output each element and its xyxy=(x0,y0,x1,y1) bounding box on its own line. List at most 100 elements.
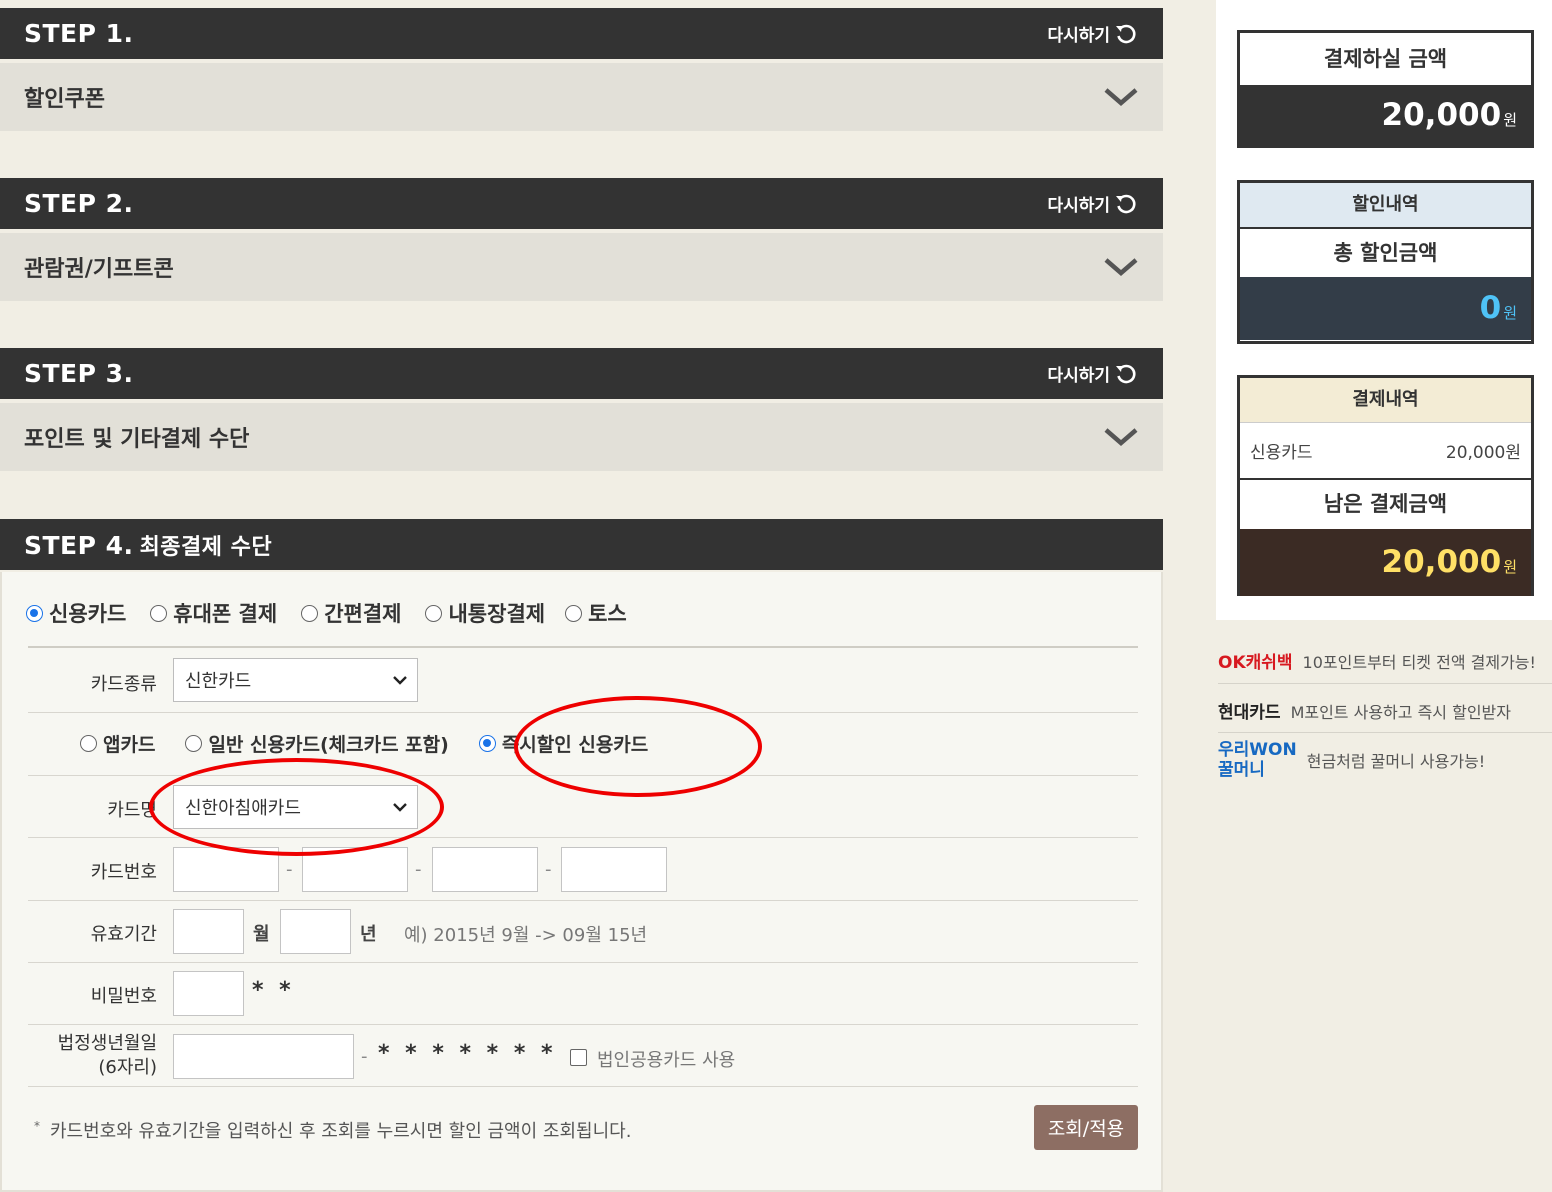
kind-instant-discount-card[interactable]: 즉시할인 신용카드 xyxy=(478,730,649,757)
method-credit-card[interactable]: 신용카드 xyxy=(26,598,126,628)
promo-woori-won[interactable]: 우리WON 꿀머니 현금처럼 꿀머니 사용가능! xyxy=(1218,740,1552,780)
voucher-label: 관람권/기프트콘 xyxy=(24,257,174,282)
card-number-input-2[interactable] xyxy=(302,847,408,892)
expiry-month-input[interactable] xyxy=(173,909,244,954)
method-label: 내통장결제 xyxy=(448,602,546,626)
promo-text: 10포인트부터 티켓 전액 결제가능! xyxy=(1302,652,1536,672)
month-unit: 월 xyxy=(253,924,270,945)
kind-label: 앱카드 xyxy=(103,734,156,756)
won-unit: 원 xyxy=(1503,558,1517,576)
dash: - xyxy=(361,1046,368,1067)
expiry-year-input[interactable] xyxy=(280,909,351,954)
woori-logo-line2: 꿀머니 xyxy=(1218,760,1265,780)
step3-retry-button[interactable]: 다시하기 xyxy=(1047,361,1138,386)
discount-header: 할인내역 xyxy=(1240,183,1531,229)
remaining-label: 남은 결제금액 xyxy=(1323,492,1448,516)
step4-subtitle: 최종결제 수단 xyxy=(139,534,273,560)
password-mask: * * xyxy=(252,978,295,1003)
kind-general-card[interactable]: 일반 신용카드(체크카드 포함) xyxy=(185,730,449,757)
promo-text: 현금처럼 꿀머니 사용가능! xyxy=(1306,752,1486,771)
kind-label: 즉시할인 신용카드 xyxy=(501,734,649,756)
radio[interactable] xyxy=(425,604,443,622)
card-number-input-4[interactable] xyxy=(561,847,667,892)
won-unit: 원 xyxy=(1503,111,1517,129)
retry-label: 다시하기 xyxy=(1047,26,1110,46)
step2-title: STEP 2. xyxy=(24,189,134,218)
okcashbag-logo: OK캐쉬백 xyxy=(1218,653,1293,673)
step2-voucher-row[interactable]: 관람권/기프트콘 xyxy=(0,233,1163,301)
step3-header: STEP 3. 다시하기 xyxy=(0,348,1163,399)
radio[interactable] xyxy=(185,735,203,752)
refresh-icon xyxy=(1116,364,1136,383)
birth-label-line1: 법정생년월일 xyxy=(57,1033,157,1054)
method-label: 휴대폰 결제 xyxy=(173,602,278,626)
remaining-amount: 20,000 원 xyxy=(1240,529,1531,596)
radio-selected[interactable] xyxy=(26,604,43,622)
divider xyxy=(28,1086,1138,1087)
divider xyxy=(1218,683,1552,684)
dash: - xyxy=(545,859,552,880)
expiry-label: 유효기간 xyxy=(90,924,157,945)
dash: - xyxy=(415,859,422,880)
radio[interactable] xyxy=(150,604,168,622)
chevron-down-icon xyxy=(393,676,407,685)
kind-app-card[interactable]: 앱카드 xyxy=(80,730,155,757)
promo-okcashbag[interactable]: OK캐쉬백 10포인트부터 티켓 전액 결제가능! xyxy=(1218,648,1552,674)
card-number-input-1[interactable] xyxy=(173,847,279,892)
points-label: 포인트 및 기타결제 수단 xyxy=(24,427,250,452)
radio[interactable] xyxy=(565,604,583,622)
method-toss[interactable]: 토스 xyxy=(565,598,627,628)
promo-hyundai-card[interactable]: 현대카드 M포인트 사용하고 즉시 할인받자 xyxy=(1218,698,1552,724)
card-name-select[interactable]: 신한아침애카드 xyxy=(173,785,418,829)
step4-header: STEP 4. 최종결제 수단 xyxy=(0,519,1163,570)
dash: - xyxy=(286,859,293,880)
card-type-select[interactable]: 신한카드 xyxy=(173,658,418,702)
payment-item-row: 신용카드 20,000원 xyxy=(1240,423,1531,480)
step1-title: STEP 1. xyxy=(24,19,134,48)
method-mobile[interactable]: 휴대폰 결제 xyxy=(150,598,277,628)
divider xyxy=(28,712,1138,713)
corp-card-label: 법인공용카드 사용 xyxy=(597,1050,736,1071)
divider xyxy=(28,962,1138,963)
kind-label: 일반 신용카드(체크카드 포함) xyxy=(208,734,449,756)
divider xyxy=(28,837,1138,838)
expiry-hint: 예) 2015년 9월 -> 09월 15년 xyxy=(404,925,648,946)
step1-coupon-row[interactable]: 할인쿠폰 xyxy=(0,63,1163,131)
step2-retry-button[interactable]: 다시하기 xyxy=(1047,191,1138,216)
step3-title: STEP 3. xyxy=(24,359,134,388)
corp-card-checkbox[interactable] xyxy=(570,1049,587,1066)
step3-points-row[interactable]: 포인트 및 기타결제 수단 xyxy=(0,403,1163,471)
remaining-amount-value: 20,000 xyxy=(1381,544,1502,580)
total-discount-label: 총 할인금액 xyxy=(1333,241,1438,265)
card-kind-group: 앱카드 일반 신용카드(체크카드 포함) 즉시할인 신용카드 xyxy=(80,730,672,757)
birth-label-line2: (6자리) xyxy=(98,1057,157,1078)
total-discount-value: 0 xyxy=(1479,290,1502,326)
pay-amount-label: 결제하실 금액 xyxy=(1240,33,1531,85)
method-bank-account[interactable]: 내통장결제 xyxy=(425,598,545,628)
retry-label: 다시하기 xyxy=(1047,196,1110,216)
woori-won-logo: 우리WON 꿀머니 xyxy=(1218,740,1297,780)
retry-label: 다시하기 xyxy=(1047,366,1110,386)
apply-button[interactable]: 조회/적용 xyxy=(1034,1105,1138,1150)
notice-bullet: * xyxy=(34,1119,40,1133)
step2-header: STEP 2. 다시하기 xyxy=(0,178,1163,229)
card-number-input-3[interactable] xyxy=(432,847,538,892)
payment-detail-box: 결제내역 신용카드 20,000원 남은 결제금액 20,000 원 xyxy=(1237,375,1534,596)
divider xyxy=(28,646,1138,648)
chevron-down-icon xyxy=(1104,258,1138,276)
payment-item-value: 20,000원 xyxy=(1445,443,1521,463)
radio-selected[interactable] xyxy=(478,735,496,752)
birth-date-input[interactable] xyxy=(173,1034,354,1079)
step1-retry-button[interactable]: 다시하기 xyxy=(1047,21,1138,46)
divider xyxy=(28,775,1138,776)
pay-amount: 20,000 원 xyxy=(1240,85,1531,145)
card-name-label: 카드명 xyxy=(107,800,157,821)
refresh-icon xyxy=(1116,194,1136,213)
radio[interactable] xyxy=(80,735,97,752)
password-input[interactable] xyxy=(173,971,244,1016)
radio[interactable] xyxy=(301,604,319,622)
payment-header: 결제내역 xyxy=(1240,378,1531,423)
card-type-label: 카드종류 xyxy=(90,674,157,695)
method-easy-pay[interactable]: 간편결제 xyxy=(301,598,401,628)
promo-text: M포인트 사용하고 즉시 할인받자 xyxy=(1290,702,1511,722)
